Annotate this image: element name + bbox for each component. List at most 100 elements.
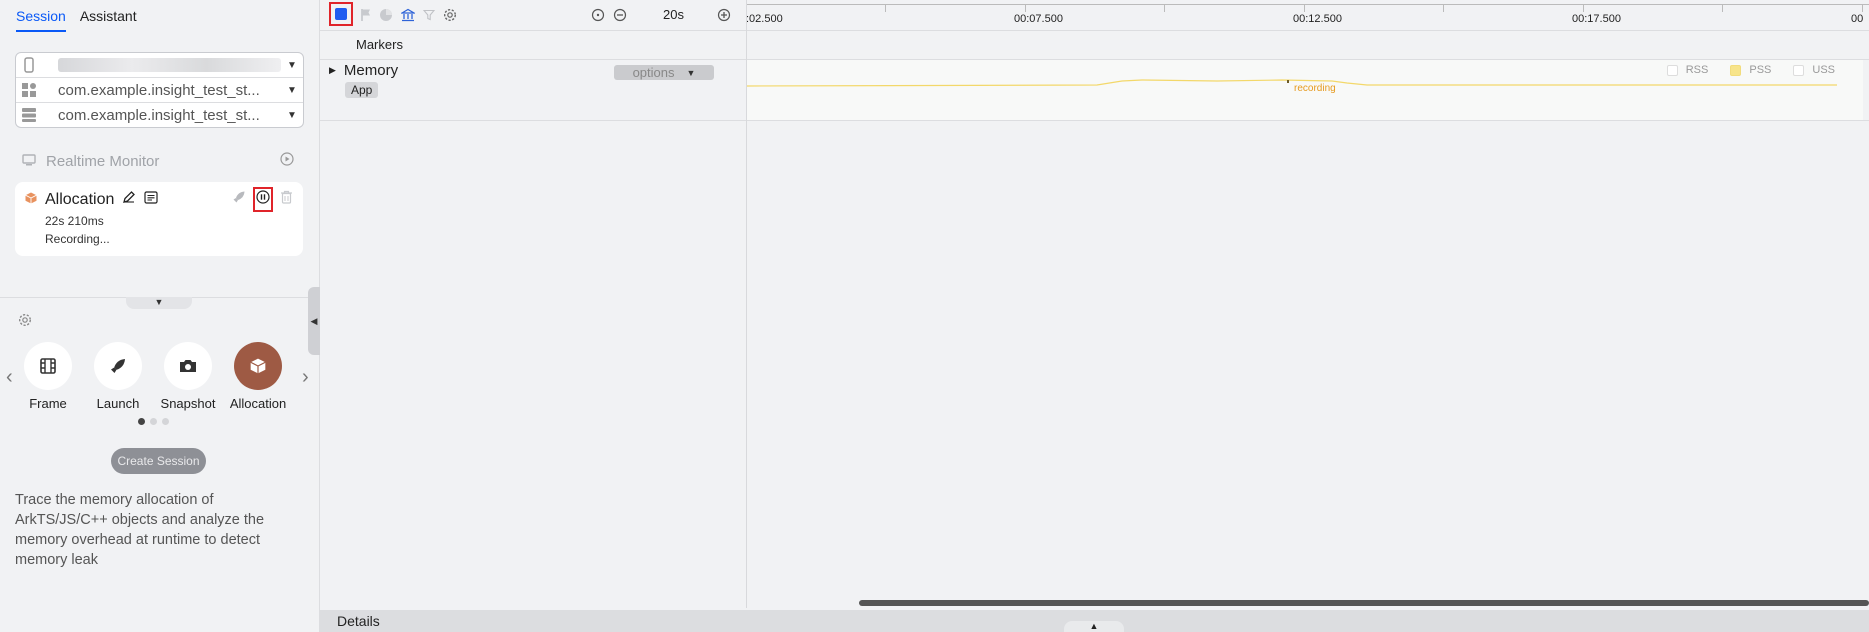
legend-swatch (1666, 64, 1678, 76)
page-dot[interactable] (138, 418, 145, 425)
allocation-duration: 22s 210ms (45, 214, 104, 228)
legend-pss-label: PSS (1749, 64, 1772, 76)
chevron-down-icon: ▼ (686, 67, 696, 78)
tool-description: Trace the memory allocation of ArkTS/JS/… (15, 492, 265, 568)
chevron-left-icon[interactable]: ‹ (6, 366, 13, 389)
app-select-value: com.example.insight_test_st... (58, 81, 260, 99)
page-dot[interactable] (162, 418, 169, 425)
chart-legend: RSS PSS USS (1666, 64, 1835, 76)
rocket-icon[interactable] (232, 190, 246, 209)
allocation-status: Recording... (45, 232, 110, 246)
allocation-card-actions (232, 187, 293, 212)
timeline-toolbar: 20s (320, 0, 746, 30)
pss-series-line (747, 79, 1837, 87)
markers-label: Markers (356, 37, 403, 52)
process-select[interactable]: com.example.insight_test_st... ▼ (16, 103, 303, 127)
panel-tabs: Session Assistant (16, 8, 137, 32)
process-select-value: com.example.insight_test_st... (58, 106, 260, 124)
time-tick (1304, 4, 1305, 12)
delete-icon[interactable] (280, 190, 293, 209)
details-list-icon[interactable] (144, 190, 158, 209)
stop-record-button[interactable] (329, 2, 353, 26)
zoom-reset-icon[interactable] (590, 7, 606, 23)
chevron-right-icon[interactable]: › (302, 366, 309, 389)
toolbar-divider (320, 30, 1869, 31)
edit-icon[interactable] (122, 190, 136, 209)
collapse-toggle[interactable]: ▼ (126, 297, 192, 309)
time-tick (1722, 4, 1723, 12)
track-options-label: options (632, 65, 675, 80)
frame-icon (24, 342, 72, 390)
gear-icon[interactable] (18, 313, 32, 332)
legend-rss-label: RSS (1685, 64, 1709, 76)
time-tick-label: :02.500 (746, 13, 783, 25)
pie-chart-icon[interactable] (378, 7, 394, 23)
stop-recording-icon[interactable] (253, 187, 273, 212)
camera-icon (164, 342, 212, 390)
cube-icon (25, 191, 37, 209)
time-tick (1583, 4, 1584, 12)
details-label: Details (337, 613, 380, 629)
allocation-session-card[interactable]: Allocation 22s 210ms Recording... (15, 182, 303, 256)
tool-carousel: ‹ Frame Launch Snapshot Allocation › (0, 342, 320, 422)
tab-assistant[interactable]: Assistant (80, 8, 137, 32)
left-panel: Session Assistant ▼ com.example.insight_… (0, 0, 320, 632)
time-tick (1862, 4, 1863, 12)
expand-details-handle[interactable]: ▲ (1064, 621, 1124, 632)
allocation-card-header: Allocation (25, 190, 158, 209)
bank-icon[interactable] (400, 7, 416, 23)
time-tick (1164, 4, 1165, 12)
chevron-down-icon: ▼ (287, 59, 297, 71)
tool-allocation-label: Allocation (229, 396, 287, 411)
settings-icon[interactable] (442, 7, 458, 23)
chevron-down-icon: ▼ (287, 109, 297, 121)
time-tick-label: 00 (1851, 13, 1864, 25)
legend-pss[interactable]: PSS (1730, 64, 1771, 76)
realtime-monitor: Realtime Monitor (22, 152, 294, 170)
memory-track-header[interactable]: ▶ Memory (329, 62, 398, 79)
legend-uss-label: USS (1812, 64, 1835, 76)
tool-launch-label: Launch (96, 396, 140, 411)
time-ruler[interactable]: :02.500 00:07.500 00:12.500 00:17.500 00 (746, 0, 1869, 30)
recording-label: recording (1294, 83, 1336, 94)
memory-chart[interactable]: recording RSS PSS USS (747, 60, 1863, 120)
legend-uss[interactable]: USS (1793, 64, 1835, 76)
device-selectors: ▼ com.example.insight_test_st... ▼ com.e… (15, 52, 304, 128)
track-divider (320, 120, 1869, 121)
tool-snapshot[interactable]: Snapshot (153, 342, 223, 411)
flag-icon[interactable] (358, 7, 374, 23)
filter-icon[interactable] (421, 7, 437, 23)
zoom-out-icon[interactable] (612, 7, 628, 23)
monitor-icon (22, 153, 36, 170)
zoom-in-icon[interactable] (716, 7, 732, 23)
play-circle-icon[interactable] (280, 152, 294, 170)
tool-frame[interactable]: Frame (13, 342, 83, 411)
tab-session[interactable]: Session (16, 8, 66, 32)
legend-swatch (1793, 64, 1805, 76)
create-session-button[interactable]: Create Session (111, 448, 206, 474)
legend-rss[interactable]: RSS (1666, 64, 1709, 76)
legend-swatch (1730, 64, 1742, 76)
collapse-sidebar-handle[interactable]: ◀ (308, 287, 320, 355)
apps-icon (16, 82, 42, 98)
details-panel-bar[interactable]: Details ▲ (320, 610, 1869, 632)
memory-track-name: Memory (343, 62, 399, 79)
page-dot[interactable] (150, 418, 157, 425)
carousel-page-indicator (138, 418, 169, 425)
tool-allocation[interactable]: Allocation (223, 342, 293, 411)
track-options-dropdown[interactable]: options ▼ (614, 65, 714, 80)
app-select[interactable]: com.example.insight_test_st... ▼ (16, 78, 303, 103)
zoom-level: 20s (663, 7, 684, 22)
allocation-card-title: Allocation (45, 190, 115, 208)
chevron-down-icon: ▼ (287, 84, 297, 96)
horizontal-scrollbar[interactable] (859, 600, 1869, 606)
tool-launch[interactable]: Launch (83, 342, 153, 411)
device-select[interactable]: ▼ (16, 53, 303, 78)
expand-triangle-icon[interactable]: ▶ (329, 65, 336, 76)
time-tick (885, 4, 886, 12)
phone-icon (16, 57, 42, 73)
realtime-monitor-label: Realtime Monitor (46, 152, 160, 170)
cube-icon (234, 342, 282, 390)
time-tick-label: 00:17.500 (1572, 13, 1621, 25)
device-name-redacted (58, 58, 281, 72)
